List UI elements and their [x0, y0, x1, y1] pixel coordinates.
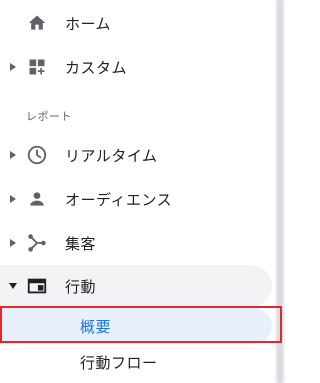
- person-icon: [25, 187, 49, 211]
- expand-arrow-icon[interactable]: [8, 238, 18, 248]
- nav-item-behavior-label: 行動: [65, 277, 97, 296]
- expand-arrow-icon[interactable]: [8, 194, 18, 204]
- nav-item-acquisition[interactable]: 集客: [0, 224, 272, 262]
- collapse-arrow-icon[interactable]: [8, 281, 18, 291]
- nav-item-custom[interactable]: カスタム: [0, 48, 272, 86]
- section-header-reports: レポート: [26, 110, 72, 123]
- subnav-item-behavior-flow[interactable]: 行動フロー: [0, 344, 272, 380]
- clock-icon: [25, 143, 49, 167]
- nav-item-realtime[interactable]: リアルタイム: [0, 136, 272, 174]
- subnav-item-behavior-flow-label: 行動フロー: [80, 353, 158, 372]
- nav-item-audience-label: オーディエンス: [65, 190, 173, 209]
- home-icon: [25, 11, 49, 35]
- nav-item-custom-label: カスタム: [65, 58, 128, 77]
- nav-item-behavior[interactable]: 行動: [0, 267, 272, 305]
- annotation-highlight-box: [0, 306, 282, 343]
- nav-item-acquisition-label: 集客: [65, 234, 97, 253]
- behavior-window-icon: [25, 274, 49, 298]
- nav-item-home[interactable]: ホーム: [0, 4, 272, 42]
- dashboard-add-icon: [25, 55, 49, 79]
- nav-item-realtime-label: リアルタイム: [65, 146, 158, 165]
- expand-arrow-icon[interactable]: [8, 150, 18, 160]
- analytics-sidebar-nav: ホーム カスタム レポート リアルタイム オーディエンス 集客 行動 概要 行動…: [0, 0, 285, 383]
- nav-item-audience[interactable]: オーディエンス: [0, 180, 272, 218]
- acquisition-merge-icon: [25, 231, 49, 255]
- nav-item-home-label: ホーム: [65, 14, 112, 33]
- expand-arrow-icon[interactable]: [8, 62, 18, 72]
